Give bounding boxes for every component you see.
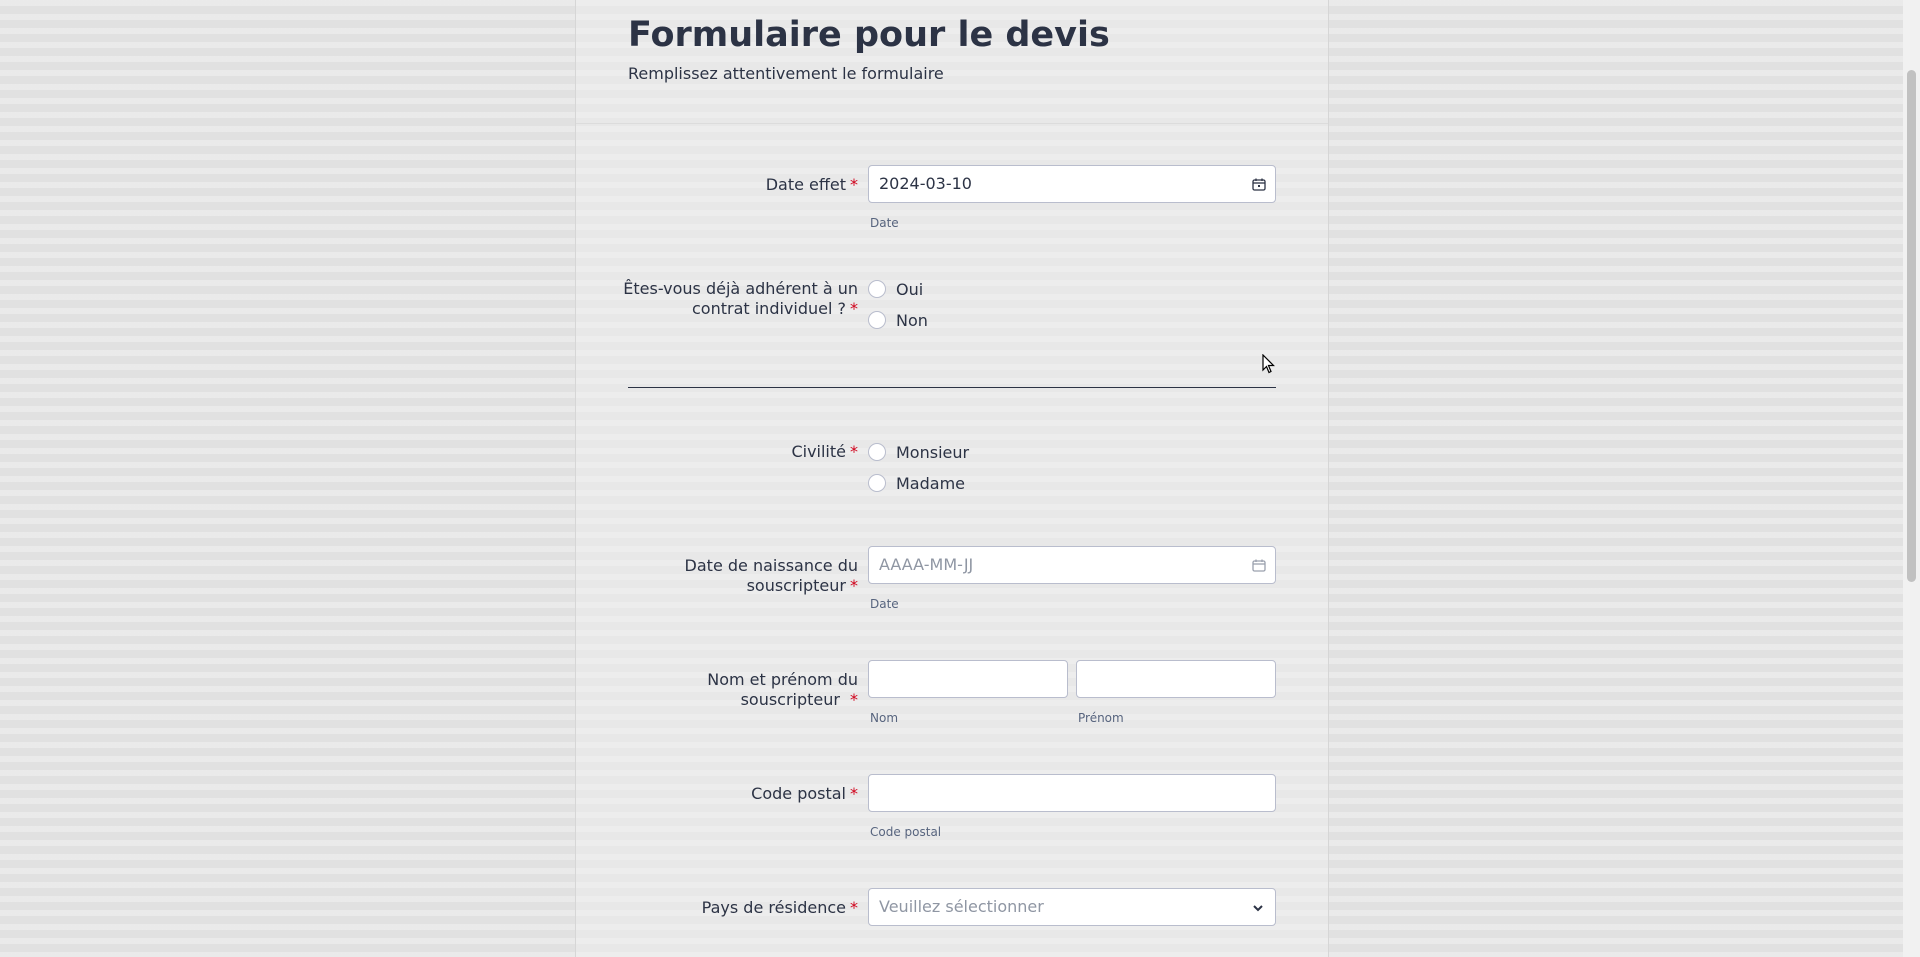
- code-postal-input[interactable]: [868, 774, 1276, 812]
- date-naissance-label: Date de naissance du souscripteur *: [684, 556, 858, 595]
- section-divider: [628, 387, 1276, 388]
- mouse-cursor-icon: [1262, 354, 1275, 374]
- form-card: Formulaire pour le devis Remplissez atte…: [575, 0, 1329, 957]
- radio-oui[interactable]: Oui: [868, 278, 923, 300]
- radio-monsieur[interactable]: Monsieur: [868, 441, 969, 463]
- chevron-down-icon[interactable]: [1251, 901, 1265, 915]
- date-naissance-input[interactable]: AAAA-MM-JJ: [868, 546, 1276, 584]
- form-header: Formulaire pour le devis Remplissez atte…: [628, 12, 1278, 83]
- date-effet-sublabel: Date: [870, 216, 899, 230]
- radio-non-label: Non: [896, 310, 928, 330]
- radio-circle-madame[interactable]: [868, 474, 886, 492]
- nom-input[interactable]: [868, 660, 1068, 698]
- adherent-label: Êtes-vous déjà adhérent à un contrat ind…: [623, 279, 858, 318]
- form-title: Formulaire pour le devis: [628, 15, 1110, 55]
- radio-circle-oui[interactable]: [868, 280, 886, 298]
- calendar-icon[interactable]: [1252, 559, 1266, 572]
- calendar-icon[interactable]: [1252, 178, 1266, 191]
- prenom-input[interactable]: [1076, 660, 1276, 698]
- civilite-label: Civilité *: [791, 442, 858, 461]
- prenom-sublabel: Prénom: [1078, 711, 1124, 725]
- radio-madame[interactable]: Madame: [868, 472, 965, 494]
- radio-circle-monsieur[interactable]: [868, 443, 886, 461]
- radio-monsieur-label: Monsieur: [896, 442, 970, 462]
- date-effet-label: Date effet *: [765, 175, 858, 194]
- page-scrollbar[interactable]: [1903, 0, 1920, 957]
- scrollbar-thumb[interactable]: [1907, 70, 1916, 582]
- code-postal-label: Code postal *: [751, 784, 858, 803]
- pays-label: Pays de résidence *: [701, 898, 858, 917]
- date-naissance-placeholder: AAAA-MM-JJ: [879, 555, 974, 574]
- header-divider: [576, 123, 1328, 124]
- pays-select[interactable]: Veuillez sélectionner: [868, 888, 1276, 926]
- pays-placeholder: Veuillez sélectionner: [879, 897, 1044, 916]
- date-effet-input[interactable]: 2024-03-10: [868, 165, 1276, 203]
- form-subtitle: Remplissez attentivement le formulaire: [628, 64, 944, 83]
- nom-prenom-label: Nom et prénom du souscripteur *: [707, 670, 858, 709]
- code-postal-sublabel: Code postal: [870, 825, 942, 839]
- radio-non[interactable]: Non: [868, 309, 928, 331]
- radio-circle-non[interactable]: [868, 311, 886, 329]
- radio-oui-label: Oui: [896, 279, 924, 299]
- nom-sublabel: Nom: [870, 711, 899, 725]
- date-naissance-sublabel: Date: [870, 597, 899, 611]
- date-effet-value: 2024-03-10: [879, 174, 972, 193]
- radio-madame-label: Madame: [896, 473, 965, 493]
